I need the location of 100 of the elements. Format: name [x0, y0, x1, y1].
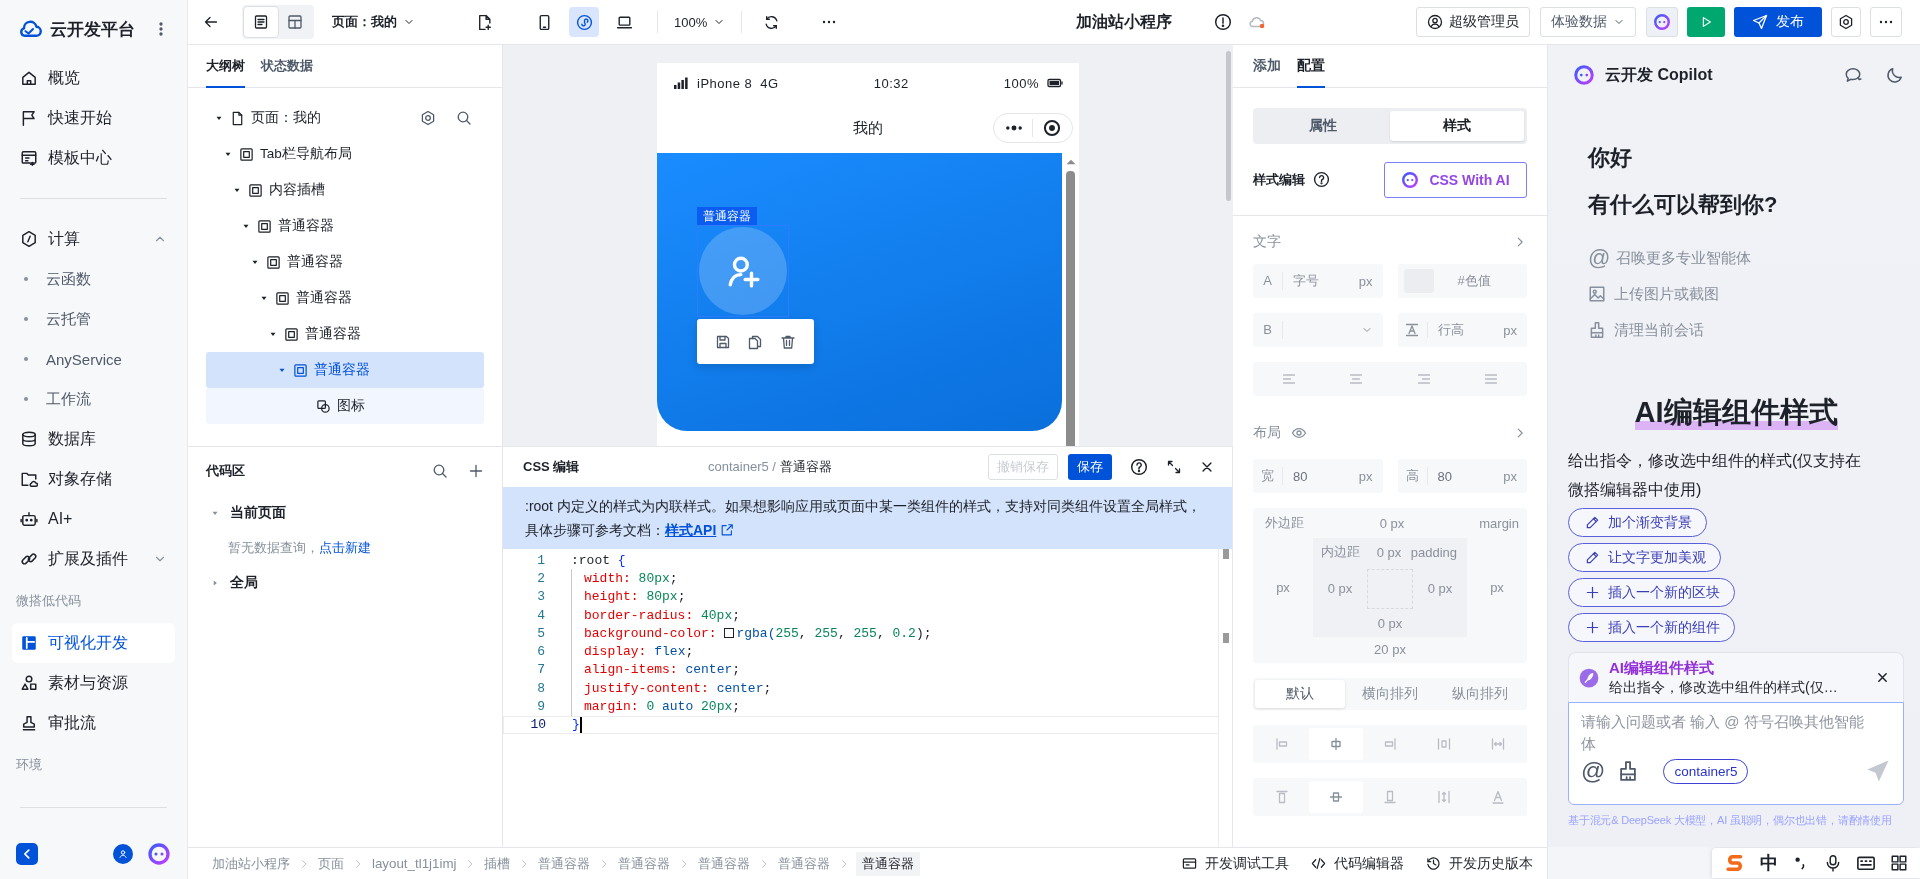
- save-icon[interactable]: [715, 333, 732, 350]
- create-link[interactable]: 点击新建: [319, 540, 371, 555]
- signal-icon: [673, 75, 689, 91]
- panel-title: 云开发 Copilot: [1605, 64, 1714, 85]
- nav-item[interactable]: 审批流: [12, 703, 175, 744]
- code-group[interactable]: 当前页面: [206, 495, 484, 531]
- close-icon[interactable]: [1200, 460, 1214, 474]
- panel-tab[interactable]: 大纲树: [206, 45, 245, 88]
- tree-item[interactable]: Tab栏导航布局: [206, 136, 484, 172]
- publish-button[interactable]: 发布: [1734, 7, 1822, 37]
- footer-tool[interactable]: 开发调试工具: [1182, 854, 1289, 873]
- nav-subitem[interactable]: 云托管: [12, 299, 175, 340]
- tree-item[interactable]: 普通容器: [206, 244, 484, 280]
- settings-icon[interactable]: [420, 110, 436, 126]
- settings-button[interactable]: [1831, 7, 1861, 37]
- help-icon[interactable]: [1313, 171, 1330, 188]
- device-toggle[interactable]: [569, 7, 599, 37]
- eye-icon[interactable]: [1291, 425, 1307, 441]
- view-toggle[interactable]: [244, 7, 278, 37]
- segment-tab[interactable]: 属性: [1256, 111, 1390, 141]
- tree-item[interactable]: 图标: [206, 388, 484, 424]
- mention-button[interactable]: @: [1581, 757, 1606, 785]
- save-button[interactable]: 保存: [1068, 454, 1112, 480]
- code-line: background-color: rgba(255, 255, 255, 0.2);: [571, 624, 932, 643]
- nav-item[interactable]: 对象存储: [12, 459, 175, 500]
- image-icon: [1588, 285, 1606, 303]
- nav-item[interactable]: AI+: [12, 499, 175, 540]
- apps-icon[interactable]: [1890, 854, 1908, 872]
- chat-input[interactable]: 请输入问题或者 输入 @ 符号召唤其他智能体 @ container5: [1568, 702, 1904, 805]
- nav-subitem[interactable]: 工作流: [12, 379, 175, 420]
- tree-item[interactable]: 普通容器: [206, 352, 484, 388]
- code-group[interactable]: 全局: [206, 565, 484, 601]
- height-field[interactable]: 高 80 px: [1397, 459, 1527, 493]
- nav-subitem[interactable]: 云函数: [12, 259, 175, 300]
- copilot-button[interactable]: [1646, 7, 1678, 37]
- add-icon[interactable]: [468, 463, 484, 479]
- nav-item[interactable]: 数据库: [12, 419, 175, 460]
- delete-icon[interactable]: [779, 333, 796, 350]
- user-avatar[interactable]: [113, 843, 133, 864]
- breadcrumb-item[interactable]: 页面: [316, 851, 346, 876]
- search-icon[interactable]: [432, 463, 448, 479]
- suggestion-chip[interactable]: 插入一个新的组件: [1568, 613, 1735, 642]
- code-line: }: [572, 716, 582, 733]
- tree-item[interactable]: 普通容器: [206, 316, 484, 352]
- space-between-icon: [1490, 736, 1506, 752]
- css-ai-button[interactable]: CSS With AI: [1384, 161, 1527, 198]
- expand-icon[interactable]: [1166, 459, 1182, 475]
- tree-item[interactable]: 普通容器: [206, 280, 484, 316]
- suggestion-chip[interactable]: 插入一个新的区块: [1568, 578, 1735, 607]
- nav-item[interactable]: 模板中心: [12, 138, 175, 179]
- suggestion-chip[interactable]: 让文字更加美观: [1568, 543, 1721, 572]
- width-field[interactable]: 宽 80 px: [1253, 459, 1383, 493]
- microphone-icon[interactable]: [1824, 854, 1842, 872]
- tree-item[interactable]: 页面：我的: [206, 100, 484, 136]
- align-end-icon: [1382, 736, 1398, 752]
- section-title: 代码区: [206, 462, 246, 480]
- role-button[interactable]: 超级管理员: [1416, 7, 1530, 37]
- docs-link[interactable]: 样式API: [665, 518, 735, 542]
- nav-item[interactable]: 可视化开发: [12, 623, 175, 664]
- panel-tab[interactable]: 添加: [1253, 45, 1281, 88]
- input-mode-button[interactable]: 中: [1760, 851, 1778, 875]
- footer-tool[interactable]: 开发历史版本: [1426, 854, 1533, 873]
- nav-subitem[interactable]: AnyService: [12, 339, 175, 380]
- segment-tab[interactable]: 样式: [1390, 111, 1524, 141]
- align-start-icon: [1274, 736, 1290, 752]
- nav-item[interactable]: 概览: [12, 58, 175, 99]
- section-title: 环境: [15, 756, 43, 775]
- pencil-icon: [1585, 550, 1600, 565]
- suggestion-chip[interactable]: 加个渐变背景: [1568, 508, 1707, 537]
- nav-item[interactable]: 素材与资源: [12, 663, 175, 704]
- page-selector[interactable]: 页面：我的: [332, 13, 415, 31]
- space-around-icon: [1436, 736, 1452, 752]
- line-number: 3: [536, 589, 545, 605]
- collapse-button[interactable]: [16, 842, 38, 865]
- zoom-selector[interactable]: 100%: [674, 14, 726, 30]
- tree-item[interactable]: 普通容器: [206, 208, 484, 244]
- line-number: 5: [536, 625, 545, 641]
- panel-tab[interactable]: 配置: [1297, 45, 1325, 88]
- code-line: display: flex;: [571, 642, 694, 661]
- footer-tool[interactable]: 代码编辑器: [1311, 854, 1404, 873]
- nav-item[interactable]: 快速开始: [12, 98, 175, 139]
- direction-tab[interactable]: 默认: [1255, 680, 1345, 708]
- line-number: 1: [536, 552, 545, 568]
- search-icon[interactable]: [456, 110, 472, 126]
- dark-mode-icon[interactable]: [1886, 66, 1904, 84]
- breadcrumb-item[interactable]: 插槽: [482, 851, 513, 876]
- card-title: AI编辑组件样式: [1609, 658, 1715, 677]
- close-icon[interactable]: [1876, 671, 1889, 684]
- code-line: justify-content: center;: [571, 679, 772, 698]
- scroll-up-icon: [1064, 159, 1077, 165]
- nav-item[interactable]: 计算: [12, 219, 175, 260]
- panel-tab[interactable]: 状态数据: [261, 45, 313, 88]
- nav-item[interactable]: 扩展及插件: [12, 539, 175, 580]
- copilot-icon[interactable]: [147, 841, 171, 866]
- tree-item[interactable]: 内容插槽: [206, 172, 484, 208]
- help-icon[interactable]: [1130, 458, 1148, 476]
- breadcrumb-item[interactable]: 普通容器: [856, 851, 921, 876]
- data-selector[interactable]: 体验数据: [1540, 7, 1636, 37]
- copy-icon[interactable]: [747, 333, 764, 350]
- new-chat-icon[interactable]: [1844, 66, 1862, 84]
